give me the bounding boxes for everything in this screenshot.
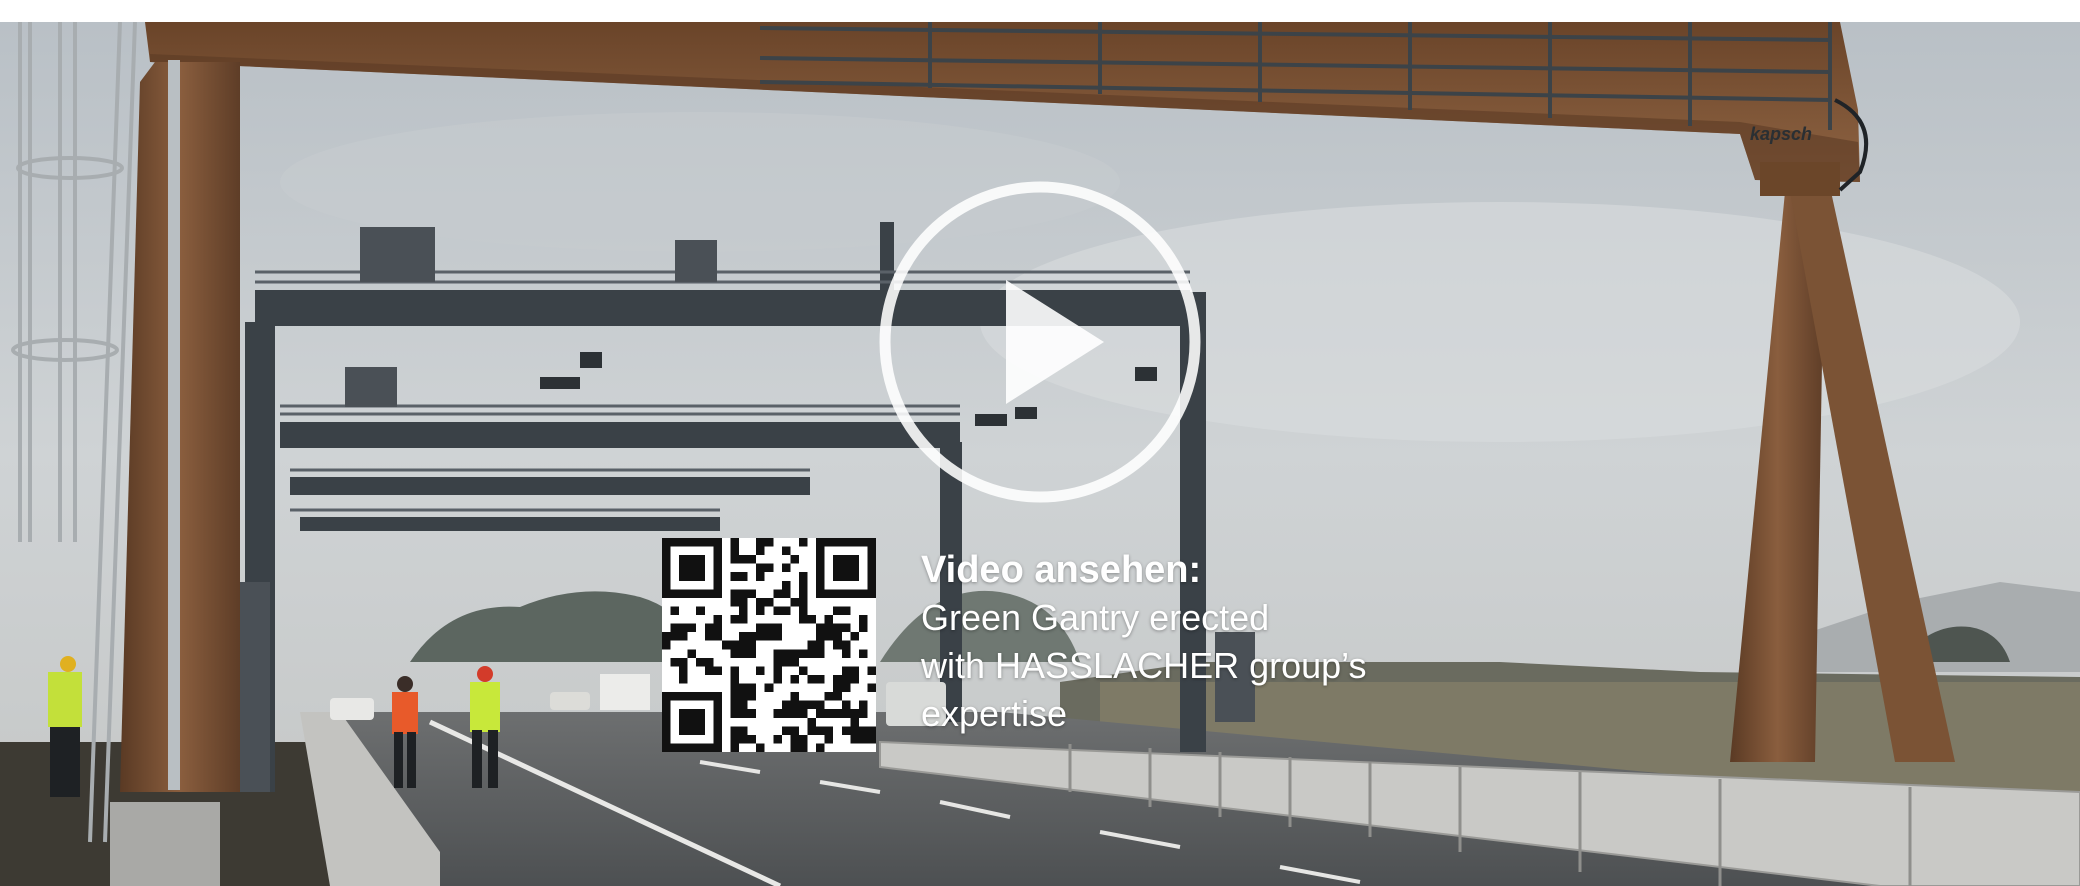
caption-title-line: expertise: [921, 693, 1068, 734]
play-button[interactable]: [878, 180, 1202, 504]
caption-title-line: with HASSLACHER group’s: [921, 645, 1367, 686]
gantry-logo-text: kapsch: [1750, 124, 1812, 144]
video-caption: Video ansehen: Green Gantry erected with…: [921, 546, 1441, 738]
qr-code-icon[interactable]: [662, 538, 876, 752]
caption-title: Green Gantry erected with HASSLACHER gro…: [921, 594, 1441, 738]
play-circle-icon: [879, 181, 1201, 503]
video-thumbnail[interactable]: kapsch Video ansehen: Green Gantry erect…: [0, 22, 2080, 886]
caption-heading: Video ansehen:: [921, 549, 1202, 591]
caption-title-line: Green Gantry erected: [921, 597, 1270, 638]
